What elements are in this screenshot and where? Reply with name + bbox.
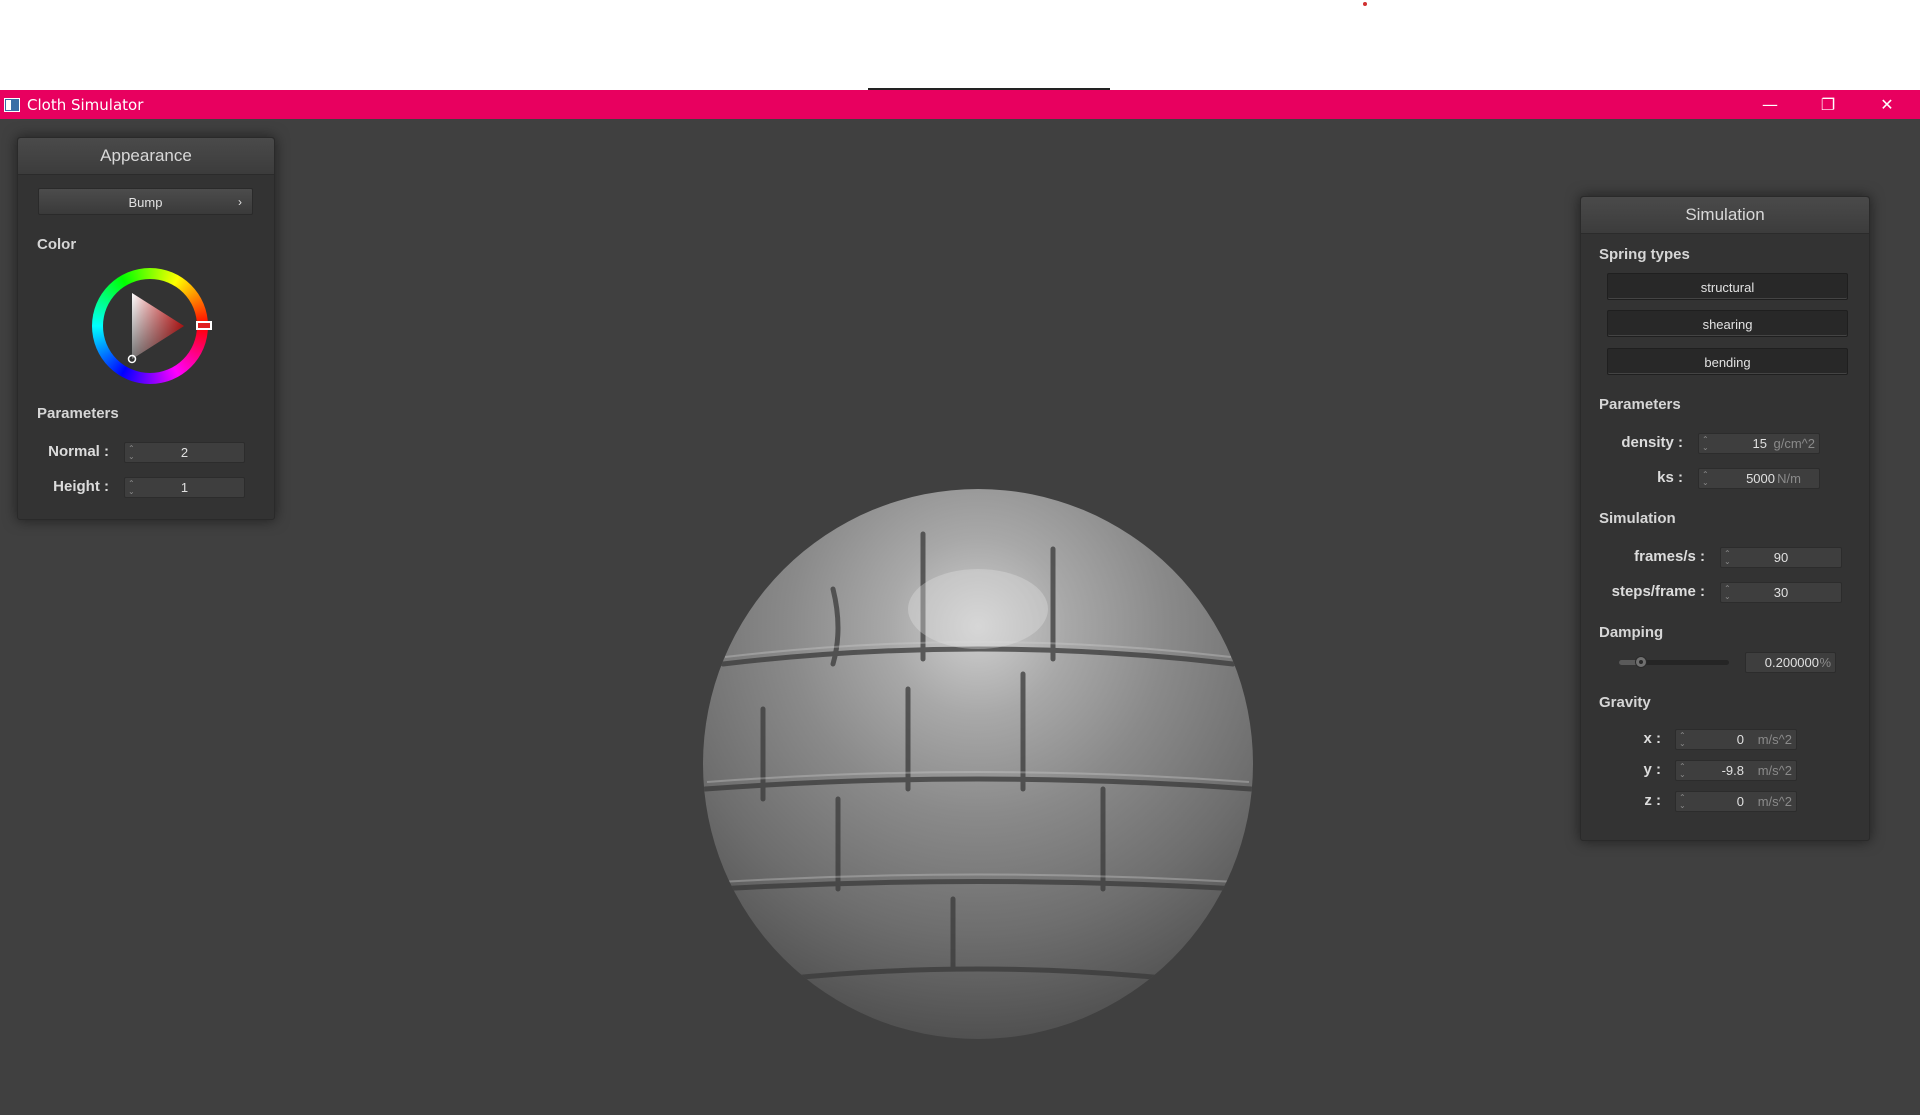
damping-unit: % <box>1819 655 1831 670</box>
density-label: density : <box>1621 434 1683 451</box>
bending-button[interactable]: bending <box>1607 348 1848 375</box>
gravity-y-label: y : <box>1643 761 1661 778</box>
ks-unit: N/m <box>1777 471 1801 486</box>
density-input[interactable]: ⌃ ⌄ 15 g/cm^2 <box>1698 433 1820 454</box>
steps-per-frame-input[interactable]: ⌃ ⌄ 30 <box>1720 582 1842 603</box>
density-unit: g/cm^2 <box>1773 436 1815 451</box>
restore-button[interactable]: ❐ <box>1799 90 1857 119</box>
spin-arrows-icon[interactable]: ⌃ ⌄ <box>1702 436 1709 452</box>
damping-label: Damping <box>1599 624 1664 641</box>
gravity-label: Gravity <box>1599 694 1651 711</box>
spin-arrows-icon[interactable]: ⌃ ⌄ <box>1679 794 1686 810</box>
spring-types-label: Spring types <box>1599 246 1690 263</box>
gravity-x-unit: m/s^2 <box>1757 732 1792 747</box>
gravity-z-input[interactable]: ⌃ ⌄ 0 m/s^2 <box>1675 791 1797 812</box>
spin-arrows-icon[interactable]: ⌃ ⌄ <box>1702 471 1709 487</box>
gravity-z-label: z : <box>1644 792 1661 809</box>
gravity-y-unit: m/s^2 <box>1757 763 1792 778</box>
damping-value: 0.200000 <box>1764 655 1819 670</box>
normal-input[interactable]: ⌃ ⌄ 2 <box>124 442 245 463</box>
gravity-y-input[interactable]: ⌃ ⌄ -9.8 m/s^2 <box>1675 760 1797 781</box>
damping-slider-knob[interactable] <box>1635 656 1647 668</box>
spin-arrows-icon[interactable]: ⌃ ⌄ <box>1679 763 1686 779</box>
simulation-section-label: Simulation <box>1599 510 1676 527</box>
height-value: 1 <box>180 480 189 495</box>
shearing-button[interactable]: shearing <box>1607 310 1848 337</box>
bump-mapped-sphere <box>703 489 1253 1039</box>
frames-per-second-label: frames/s : <box>1634 548 1705 565</box>
color-section-label: Color <box>37 236 77 253</box>
desktop-background <box>0 0 1920 90</box>
height-label: Height : <box>53 478 109 495</box>
appearance-panel: Appearance Bump › Color Parameters Norma… <box>17 137 275 520</box>
steps-per-frame-label: steps/frame : <box>1611 583 1705 600</box>
frames-per-second-value: 90 <box>1773 550 1789 565</box>
steps-per-frame-value: 30 <box>1773 585 1789 600</box>
gravity-y-value: -9.8 <box>1721 763 1744 778</box>
simulation-panel-title: Simulation <box>1581 197 1869 234</box>
spin-arrows-icon[interactable]: ⌃ ⌄ <box>1679 732 1686 748</box>
damping-slider[interactable] <box>1619 656 1729 668</box>
color-wheel[interactable] <box>92 268 212 384</box>
gravity-x-value: 0 <box>1736 732 1744 747</box>
window-title: Cloth Simulator <box>27 95 144 114</box>
normal-value: 2 <box>180 445 189 460</box>
app-icon <box>4 97 20 112</box>
gravity-z-unit: m/s^2 <box>1757 794 1792 809</box>
simulation-panel: Simulation Spring types structural shear… <box>1580 196 1870 841</box>
minimize-button[interactable]: — <box>1741 90 1799 119</box>
appearance-mode-value: Bump <box>128 195 163 210</box>
appearance-panel-title: Appearance <box>18 138 274 175</box>
appearance-mode-dropdown[interactable]: Bump › <box>38 188 253 215</box>
simulation-parameters-label: Parameters <box>1599 396 1681 413</box>
gravity-z-value: 0 <box>1736 794 1744 809</box>
ks-input[interactable]: ⌃ ⌄ 5000 N/m <box>1698 468 1820 489</box>
gravity-x-label: x : <box>1643 730 1661 747</box>
density-value: 15 <box>1752 436 1767 451</box>
ks-value: 5000 <box>1746 471 1775 486</box>
hue-selector-handle[interactable] <box>196 321 212 330</box>
red-dot <box>1363 2 1367 6</box>
appearance-parameters-label: Parameters <box>37 405 119 422</box>
gravity-x-input[interactable]: ⌃ ⌄ 0 m/s^2 <box>1675 729 1797 750</box>
height-input[interactable]: ⌃ ⌄ 1 <box>124 477 245 498</box>
normal-label: Normal : <box>48 443 109 460</box>
saturation-triangle[interactable] <box>92 268 208 384</box>
structural-button[interactable]: structural <box>1607 273 1848 300</box>
chevron-right-icon: › <box>238 195 242 209</box>
frames-per-second-input[interactable]: ⌃ ⌄ 90 <box>1720 547 1842 568</box>
damping-input[interactable]: 0.200000 % <box>1745 652 1836 673</box>
close-button[interactable]: ✕ <box>1858 90 1916 119</box>
ks-label: ks : <box>1657 469 1683 486</box>
window-titlebar[interactable]: Cloth Simulator <box>0 90 1920 119</box>
